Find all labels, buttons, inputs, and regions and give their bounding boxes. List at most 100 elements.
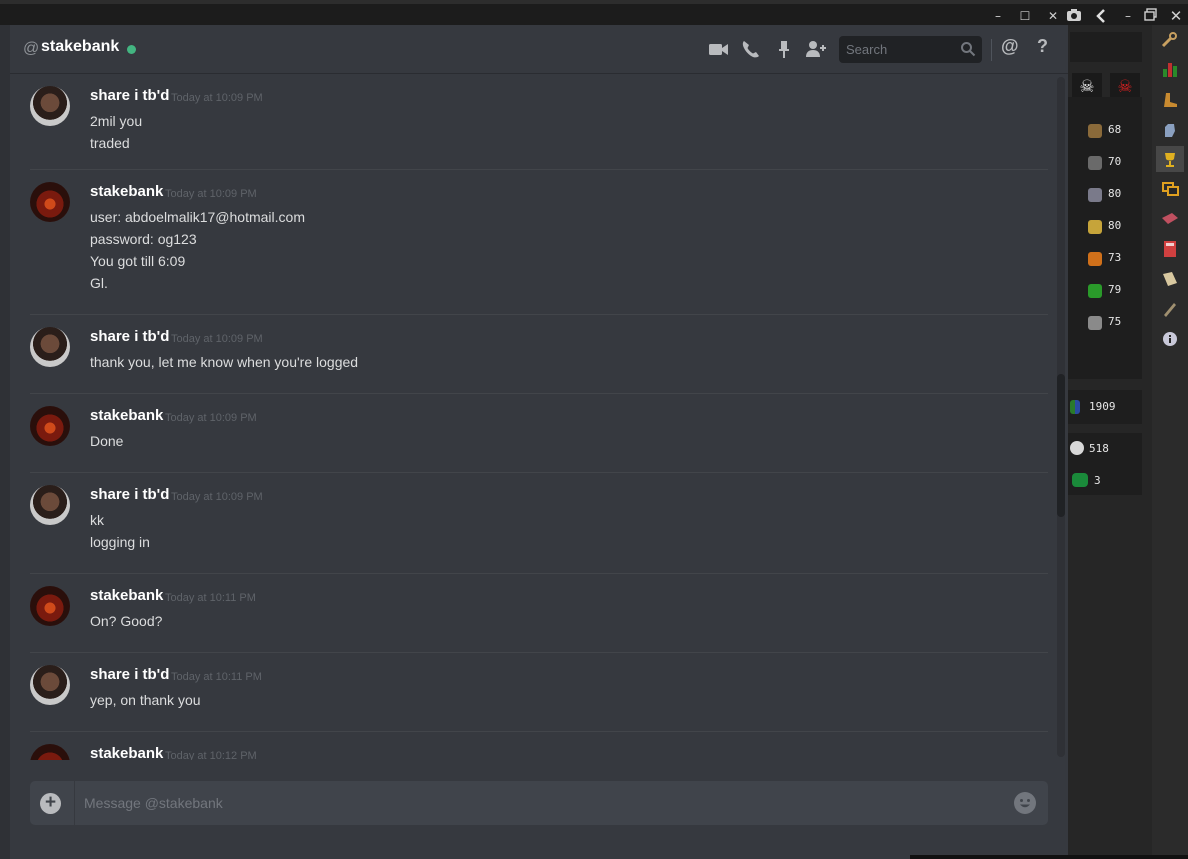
message: stakebank Today at 10:12 PM <box>30 732 1048 760</box>
message-line: yep, on thank you <box>90 692 201 708</box>
user-avatar[interactable] <box>30 485 70 525</box>
message-timestamp: Today at 10:09 PM <box>165 412 257 424</box>
message-timestamp: Today at 10:12 PM <box>165 750 257 760</box>
message-author[interactable]: share i tb'd <box>90 87 169 104</box>
attach-button[interactable]: + <box>40 793 61 814</box>
scrollbar-thumb[interactable] <box>1057 374 1065 517</box>
camera-icon[interactable] <box>1066 8 1082 24</box>
skill-row[interactable]: 75 <box>1088 314 1142 332</box>
message-body: 2mil you traded <box>90 110 142 154</box>
maximize-button[interactable]: ☐ <box>1017 8 1033 24</box>
message: share i tb'd Today at 10:09 PM kk logging i… <box>30 473 1048 574</box>
skill-row[interactable]: 70 <box>1088 154 1142 172</box>
help-icon[interactable]: ? <box>1037 36 1048 57</box>
message-body: yep, on thank you <box>90 689 201 711</box>
search-input[interactable] <box>839 36 957 63</box>
message-author[interactable]: stakebank <box>90 407 163 424</box>
message-line: You got till 6:09 <box>90 253 186 269</box>
scroll-icon[interactable] <box>1160 270 1180 288</box>
chart-icon[interactable] <box>1160 60 1180 78</box>
message-line: Done <box>90 433 124 449</box>
message-author[interactable]: share i tb'd <box>90 328 169 345</box>
skill-row[interactable]: 80 <box>1088 218 1142 236</box>
message-body: user: abdoelmalik17@hotmail.com password:… <box>90 206 305 294</box>
message-body: thank you, let me know when you're logge… <box>90 351 358 373</box>
message-body: On? Good? <box>90 610 162 632</box>
server-sidebar-edge <box>0 25 10 859</box>
user-avatar[interactable] <box>30 586 70 626</box>
skill-row[interactable]: 80 <box>1088 186 1142 204</box>
message-composer: + <box>30 781 1048 825</box>
user-avatar[interactable] <box>30 182 70 222</box>
message-body: Done <box>90 430 123 452</box>
info-icon[interactable] <box>1160 330 1180 348</box>
search-box[interactable] <box>839 36 982 63</box>
kills-icon <box>1070 441 1084 455</box>
message-author[interactable]: share i tb'd <box>90 486 169 503</box>
glove-icon[interactable] <box>1160 121 1180 139</box>
search-icon[interactable] <box>960 41 976 62</box>
close-button[interactable]: ✕ <box>1045 8 1061 24</box>
add-friend-icon[interactable] <box>804 38 826 60</box>
notes-icon[interactable] <box>1160 300 1180 318</box>
fire-icon <box>1088 252 1102 266</box>
game-minimize-button[interactable]: – <box>1120 8 1136 24</box>
tree-icon <box>1088 284 1102 298</box>
collapse-arrow-icon[interactable] <box>1093 8 1109 24</box>
message-timestamp: Today at 10:11 PM <box>171 671 262 683</box>
message: share i tb'd Today at 10:09 PM 2mil you tra… <box>30 74 1048 170</box>
game-close-button[interactable]: ✕ <box>1168 8 1184 24</box>
user-avatar[interactable] <box>30 327 70 367</box>
message-author[interactable]: share i tb'd <box>90 666 169 683</box>
emoji-icon[interactable] <box>1014 792 1036 814</box>
pin-icon[interactable] <box>773 38 795 60</box>
message-list: share i tb'd Today at 10:09 PM 2mil you tra… <box>10 74 1054 760</box>
message: share i tb'd Today at 10:11 PM yep, on tha… <box>30 653 1048 732</box>
message-timestamp: Today at 10:09 PM <box>171 92 263 104</box>
online-status-dot <box>127 45 136 54</box>
skill-level: 75 <box>1108 315 1122 328</box>
kills-value: 518 <box>1089 442 1109 455</box>
user-avatar[interactable] <box>30 744 70 760</box>
wrench-icon[interactable] <box>1160 31 1180 49</box>
total-level-box: 1909 <box>1068 390 1142 424</box>
anvil-icon <box>1088 156 1102 170</box>
game-maximize-button[interactable] <box>1142 8 1158 24</box>
pickaxe-icon <box>1088 124 1102 138</box>
skill-level: 73 <box>1108 251 1122 264</box>
trophy-icon[interactable] <box>1160 151 1180 169</box>
message-author[interactable]: stakebank <box>90 183 163 200</box>
user-avatar[interactable] <box>30 406 70 446</box>
fish-icon <box>1088 188 1102 202</box>
screen: { "window": { "minimize": "–", "maximize… <box>0 0 1188 859</box>
pot-icon <box>1088 316 1102 330</box>
message: stakebank Today at 10:09 PM user: abdoelma… <box>30 170 1048 315</box>
skill-row[interactable]: 79 <box>1088 282 1142 300</box>
skill-level: 80 <box>1108 187 1122 200</box>
message: stakebank Today at 10:09 PM Done <box>30 394 1048 473</box>
user-avatar[interactable] <box>30 86 70 126</box>
skill-row[interactable]: 68 <box>1088 122 1142 140</box>
book-icon[interactable] <box>1160 210 1180 228</box>
message-line: Gl. <box>90 275 108 291</box>
minimize-button[interactable]: – <box>990 8 1006 24</box>
message-timestamp: Today at 10:09 PM <box>171 333 263 345</box>
skill-row[interactable]: 73 <box>1088 250 1142 268</box>
voice-call-icon[interactable] <box>740 38 762 60</box>
user-avatar[interactable] <box>30 665 70 705</box>
video-call-icon[interactable] <box>708 38 730 60</box>
frames-icon[interactable] <box>1160 180 1180 198</box>
message-author[interactable]: stakebank <box>90 587 163 604</box>
message-line: logging in <box>90 534 150 550</box>
mentions-icon[interactable]: @ <box>1001 36 1019 57</box>
boot-icon[interactable] <box>1160 91 1180 109</box>
message-input[interactable] <box>84 781 984 825</box>
composer-divider <box>74 781 75 825</box>
message-author[interactable]: stakebank <box>90 745 163 760</box>
deaths-icon <box>1072 473 1088 487</box>
message-timestamp: Today at 10:11 PM <box>165 592 256 604</box>
calculator-icon[interactable] <box>1160 240 1180 258</box>
herb-icon <box>1088 220 1102 234</box>
bottom-edge <box>910 855 1188 859</box>
skill-level: 68 <box>1108 123 1122 136</box>
